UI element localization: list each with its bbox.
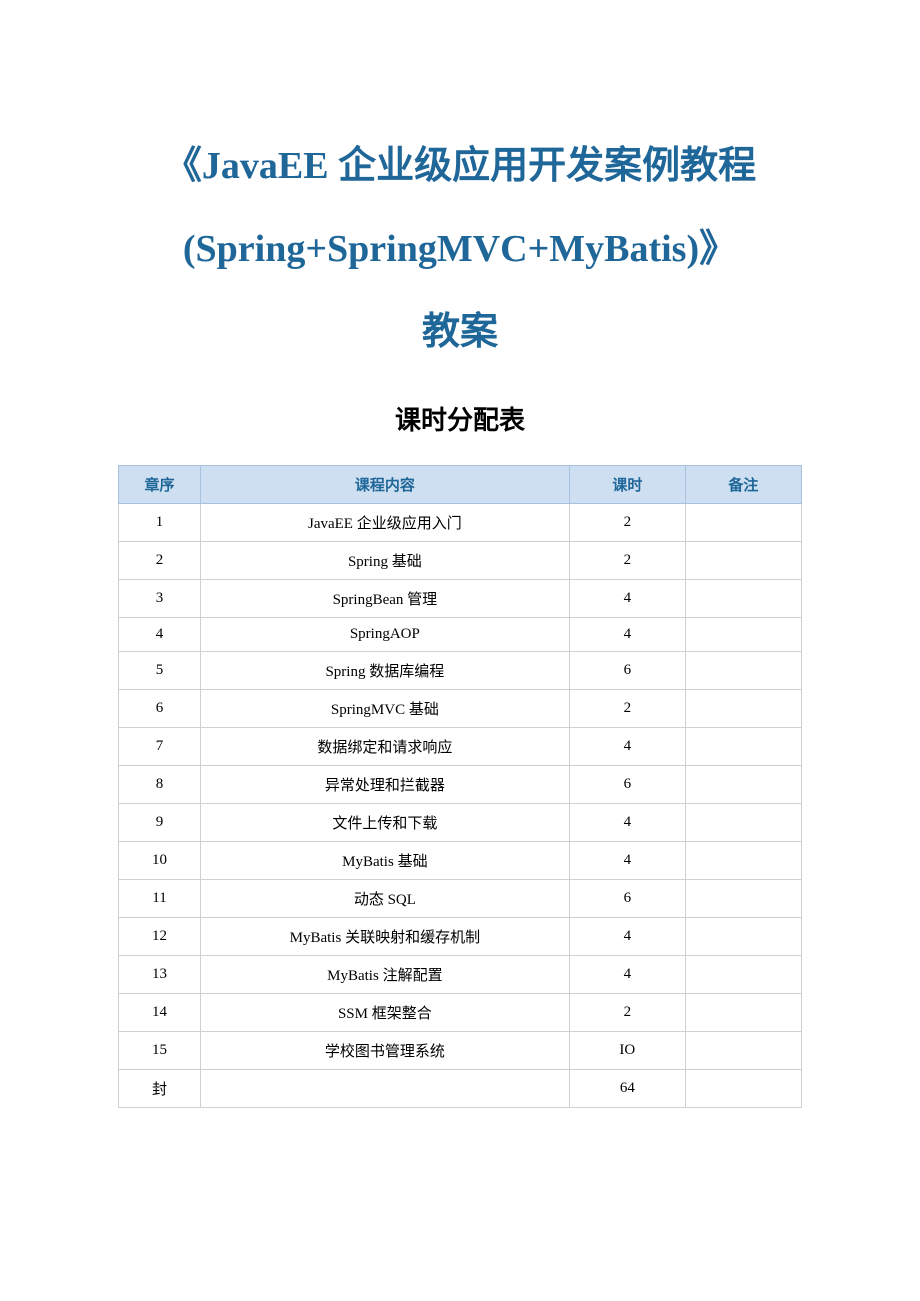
- header-content: 课程内容: [200, 465, 569, 503]
- cell-note: [685, 803, 801, 841]
- cell-note: [685, 1031, 801, 1069]
- table-row: 1JavaEE 企业级应用入门2: [119, 503, 802, 541]
- cell-note: [685, 765, 801, 803]
- cell-chapter: 14: [119, 993, 201, 1031]
- table-row: 4SpringAOP4: [119, 617, 802, 651]
- table-header-row: 章序 课程内容 课时 备注: [119, 465, 802, 503]
- cell-content: SpringAOP: [200, 617, 569, 651]
- cell-content: 数据绑定和请求响应: [200, 727, 569, 765]
- table-body: 1JavaEE 企业级应用入门22Spring 基础23SpringBean 管…: [119, 503, 802, 1107]
- cell-note: [685, 689, 801, 727]
- cell-chapter: 2: [119, 541, 201, 579]
- header-hours: 课时: [569, 465, 685, 503]
- cell-chapter: 封: [119, 1069, 201, 1107]
- cell-note: [685, 955, 801, 993]
- cell-content: 学校图书管理系统: [200, 1031, 569, 1069]
- cell-note: [685, 617, 801, 651]
- title-line-2: (Spring+SpringMVC+MyBatis)》: [40, 223, 880, 276]
- cell-content: [200, 1069, 569, 1107]
- cell-content: SpringMVC 基础: [200, 689, 569, 727]
- cell-content: Spring 数据库编程: [200, 651, 569, 689]
- cell-content: MyBatis 注解配置: [200, 955, 569, 993]
- cell-note: [685, 541, 801, 579]
- table-row: 10MyBatis 基础4: [119, 841, 802, 879]
- cell-chapter: 4: [119, 617, 201, 651]
- cell-hours: 2: [569, 503, 685, 541]
- table-row: 7数据绑定和请求响应4: [119, 727, 802, 765]
- table-row: 13MyBatis 注解配置4: [119, 955, 802, 993]
- table-row: 11动态 SQL6: [119, 879, 802, 917]
- cell-content: 动态 SQL: [200, 879, 569, 917]
- table-row: 5Spring 数据库编程6: [119, 651, 802, 689]
- table-row: 14SSM 框架整合2: [119, 993, 802, 1031]
- cell-content: JavaEE 企业级应用入门: [200, 503, 569, 541]
- cell-hours: 4: [569, 841, 685, 879]
- cell-note: [685, 841, 801, 879]
- cell-note: [685, 917, 801, 955]
- cell-chapter: 9: [119, 803, 201, 841]
- header-chapter: 章序: [119, 465, 201, 503]
- cell-note: [685, 727, 801, 765]
- cell-hours: 6: [569, 765, 685, 803]
- table-row: 3SpringBean 管理4: [119, 579, 802, 617]
- title-line-3: 教案: [40, 306, 880, 359]
- cell-note: [685, 1069, 801, 1107]
- cell-hours: 4: [569, 917, 685, 955]
- header-note: 备注: [685, 465, 801, 503]
- cell-hours: 6: [569, 651, 685, 689]
- title-block: 《JavaEE 企业级应用开发案例教程 (Spring+SpringMVC+My…: [0, 140, 920, 437]
- cell-note: [685, 879, 801, 917]
- cell-note: [685, 651, 801, 689]
- cell-content: SpringBean 管理: [200, 579, 569, 617]
- cell-content: 文件上传和下载: [200, 803, 569, 841]
- cell-chapter: 3: [119, 579, 201, 617]
- cell-note: [685, 503, 801, 541]
- cell-hours: 4: [569, 803, 685, 841]
- table-row: 8异常处理和拦截器6: [119, 765, 802, 803]
- table-row: 封 64: [119, 1069, 802, 1107]
- cell-hours: 2: [569, 541, 685, 579]
- table-row: 15学校图书管理系统IO: [119, 1031, 802, 1069]
- cell-hours: 4: [569, 617, 685, 651]
- cell-note: [685, 993, 801, 1031]
- cell-chapter: 11: [119, 879, 201, 917]
- cell-chapter: 6: [119, 689, 201, 727]
- table-row: 9文件上传和下载4: [119, 803, 802, 841]
- cell-hours: 2: [569, 689, 685, 727]
- cell-chapter: 1: [119, 503, 201, 541]
- table-row: 6SpringMVC 基础2: [119, 689, 802, 727]
- cell-hours: 64: [569, 1069, 685, 1107]
- subtitle: 课时分配表: [40, 400, 880, 437]
- cell-note: [685, 579, 801, 617]
- cell-hours: 4: [569, 579, 685, 617]
- cell-chapter: 5: [119, 651, 201, 689]
- cell-content: 异常处理和拦截器: [200, 765, 569, 803]
- cell-hours: 2: [569, 993, 685, 1031]
- cell-chapter: 10: [119, 841, 201, 879]
- cell-content: MyBatis 基础: [200, 841, 569, 879]
- title-line-1: 《JavaEE 企业级应用开发案例教程: [40, 140, 880, 193]
- cell-chapter: 7: [119, 727, 201, 765]
- cell-chapter: 15: [119, 1031, 201, 1069]
- cell-hours: 4: [569, 955, 685, 993]
- cell-content: Spring 基础: [200, 541, 569, 579]
- schedule-table: 章序 课程内容 课时 备注 1JavaEE 企业级应用入门22Spring 基础…: [118, 465, 802, 1108]
- cell-chapter: 8: [119, 765, 201, 803]
- cell-hours: 4: [569, 727, 685, 765]
- cell-chapter: 12: [119, 917, 201, 955]
- cell-hours: 6: [569, 879, 685, 917]
- table-row: 2Spring 基础2: [119, 541, 802, 579]
- cell-chapter: 13: [119, 955, 201, 993]
- cell-content: SSM 框架整合: [200, 993, 569, 1031]
- schedule-table-container: 章序 课程内容 课时 备注 1JavaEE 企业级应用入门22Spring 基础…: [0, 465, 920, 1108]
- cell-hours: IO: [569, 1031, 685, 1069]
- table-row: 12MyBatis 关联映射和缓存机制4: [119, 917, 802, 955]
- cell-content: MyBatis 关联映射和缓存机制: [200, 917, 569, 955]
